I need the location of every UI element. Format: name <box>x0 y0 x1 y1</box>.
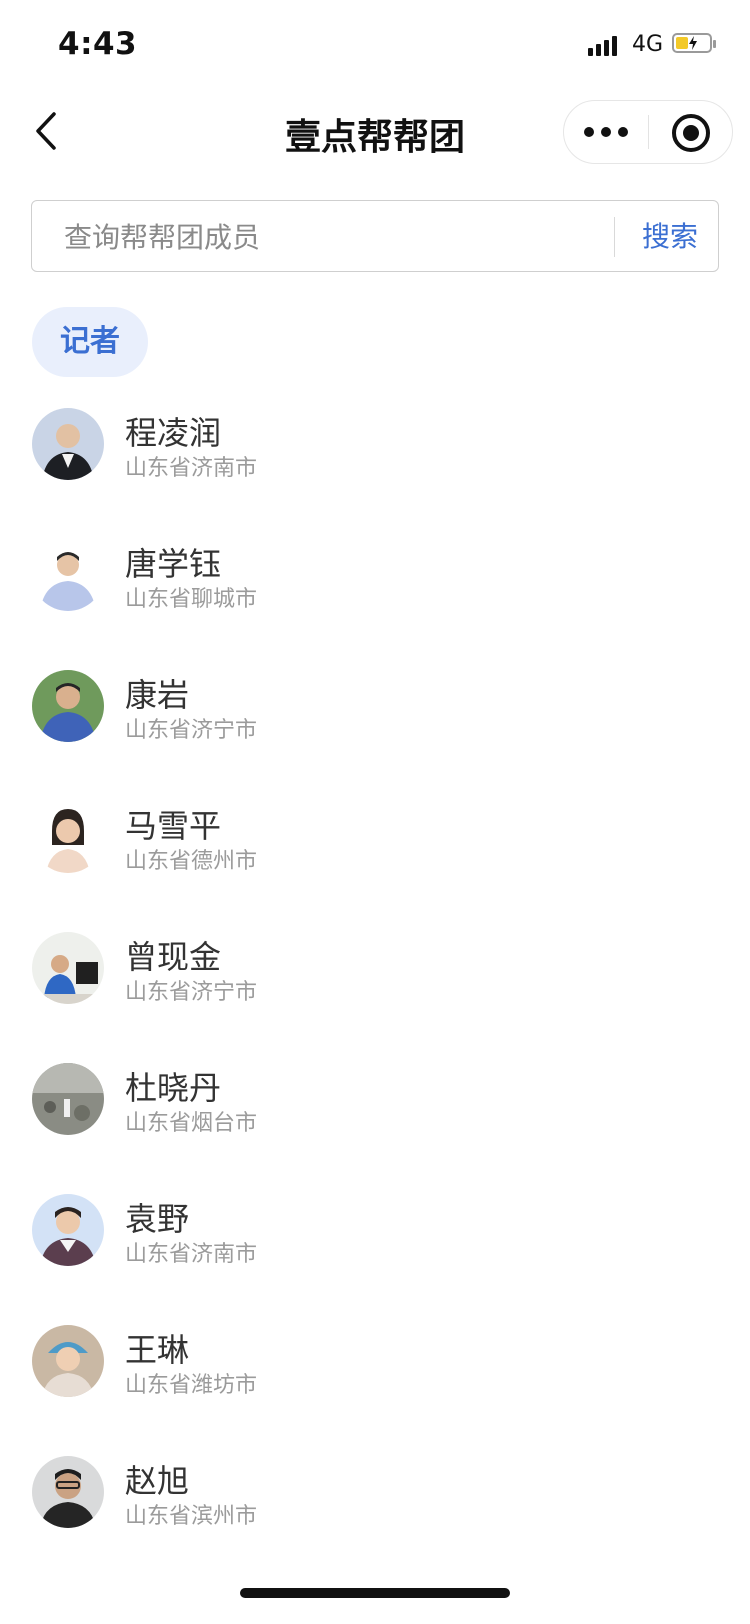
member-city: 山东省烟台市 <box>125 1111 258 1136</box>
search-divider <box>614 217 615 257</box>
member-city: 山东省聊城市 <box>125 587 258 612</box>
category-chip-reporter[interactable]: 记者 <box>32 307 148 377</box>
status-bar: 4:43 4G <box>0 0 750 88</box>
search-input[interactable] <box>62 213 616 261</box>
status-time: 4:43 <box>58 26 138 62</box>
target-icon[interactable] <box>649 101 732 163</box>
member-name: 康岩 <box>125 676 190 714</box>
member-city: 山东省德州市 <box>125 849 258 874</box>
list-item[interactable]: 赵旭 山东省滨州市 <box>0 1456 750 1566</box>
signal-icon <box>588 34 622 56</box>
mini-program-capsule <box>563 100 733 164</box>
navigation-bar: 壹点帮帮团 <box>0 88 750 178</box>
avatar <box>32 1063 104 1135</box>
member-name: 赵旭 <box>125 1462 190 1500</box>
list-item[interactable]: 唐学钰 山东省聊城市 <box>0 539 750 649</box>
avatar <box>32 670 104 742</box>
list-item[interactable]: 康岩 山东省济宁市 <box>0 670 750 780</box>
avatar <box>32 1456 104 1528</box>
member-city: 山东省济南市 <box>125 456 258 481</box>
more-dots-icon[interactable] <box>564 101 648 163</box>
avatar <box>32 1325 104 1397</box>
member-city: 山东省济南市 <box>125 1242 258 1267</box>
avatar <box>32 539 104 611</box>
member-name: 程凌润 <box>125 414 222 452</box>
list-item[interactable]: 袁野 山东省济南市 <box>0 1194 750 1304</box>
member-name: 杜晓丹 <box>125 1069 222 1107</box>
network-type: 4G <box>632 32 664 57</box>
member-name: 唐学钰 <box>125 545 222 583</box>
list-item[interactable]: 马雪平 山东省德州市 <box>0 801 750 911</box>
search-button[interactable]: 搜索 <box>630 215 710 259</box>
member-name: 王琳 <box>125 1331 190 1369</box>
member-city: 山东省济宁市 <box>125 980 258 1005</box>
member-city: 山东省滨州市 <box>125 1504 258 1529</box>
member-name: 马雪平 <box>125 807 222 845</box>
avatar <box>32 1194 104 1266</box>
member-name: 袁野 <box>125 1200 190 1238</box>
battery-charging-icon <box>672 33 716 53</box>
search-box: 搜索 <box>31 200 719 272</box>
member-city: 山东省潍坊市 <box>125 1373 258 1398</box>
member-name: 曾现金 <box>125 938 222 976</box>
list-item[interactable]: 曾现金 山东省济宁市 <box>0 932 750 1042</box>
avatar <box>32 932 104 1004</box>
member-city: 山东省济宁市 <box>125 718 258 743</box>
list-item[interactable]: 王琳 山东省潍坊市 <box>0 1325 750 1435</box>
home-indicator <box>240 1588 510 1598</box>
avatar <box>32 801 104 873</box>
list-item[interactable]: 杜晓丹 山东省烟台市 <box>0 1063 750 1173</box>
avatar <box>32 408 104 480</box>
list-item[interactable]: 程凌润 山东省济南市 <box>0 408 750 518</box>
